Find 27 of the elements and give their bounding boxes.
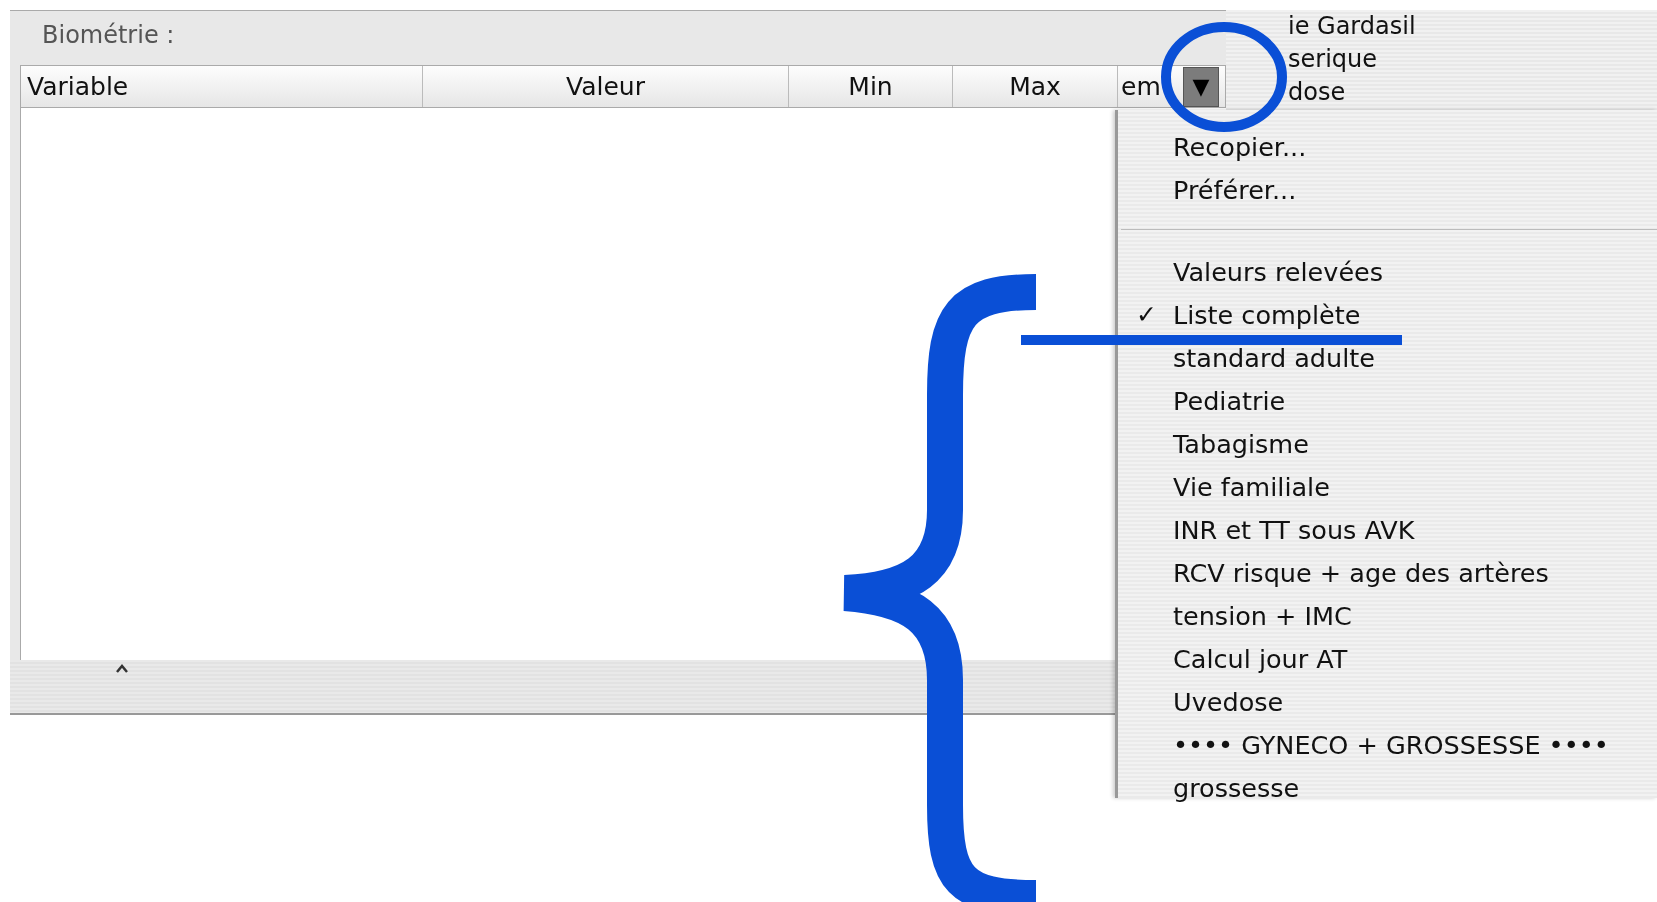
list-item: serique xyxy=(1288,44,1377,75)
menu-item[interactable]: Calcul jour AT xyxy=(1173,643,1348,674)
column-header[interactable]: Min xyxy=(848,72,893,101)
column-header[interactable]: Valeur xyxy=(566,72,645,101)
menu-item[interactable]: Préférer... xyxy=(1173,174,1297,205)
menu-item[interactable]: Valeurs relevées xyxy=(1173,256,1384,287)
column-menu-button[interactable]: ▼ xyxy=(1183,66,1219,107)
menu-item[interactable]: Tabagisme xyxy=(1173,428,1309,459)
menu-item[interactable]: Liste complète xyxy=(1173,299,1361,330)
menu-item[interactable]: Pediatrie xyxy=(1173,385,1286,416)
list-item: ie Gardasil xyxy=(1288,11,1416,42)
menu-item[interactable]: Uvedose xyxy=(1173,686,1284,717)
menu-item[interactable]: INR et TT sous AVK xyxy=(1173,514,1415,545)
menu-item[interactable]: Vie familiale xyxy=(1173,471,1330,502)
list-item: dose xyxy=(1288,77,1346,108)
column-header[interactable]: em xyxy=(1121,72,1161,101)
menu-item[interactable]: Recopier... xyxy=(1173,131,1307,162)
menu-item[interactable]: grossesse xyxy=(1173,772,1300,803)
column-header[interactable]: Variable xyxy=(27,72,129,101)
menu-item[interactable]: tension + IMC xyxy=(1173,600,1352,631)
checkmark: ✓ xyxy=(1135,300,1157,329)
section-title: Biométrie : xyxy=(41,20,175,51)
column-header[interactable]: Max xyxy=(1009,72,1061,101)
menu-item[interactable]: RCV risque + age des artères xyxy=(1173,557,1549,588)
resize-grip-icon[interactable] xyxy=(115,664,129,673)
menu-item[interactable]: •••• GYNECO + GROSSESSE •••• xyxy=(1173,729,1609,760)
menu-item[interactable]: standard adulte xyxy=(1173,342,1375,373)
